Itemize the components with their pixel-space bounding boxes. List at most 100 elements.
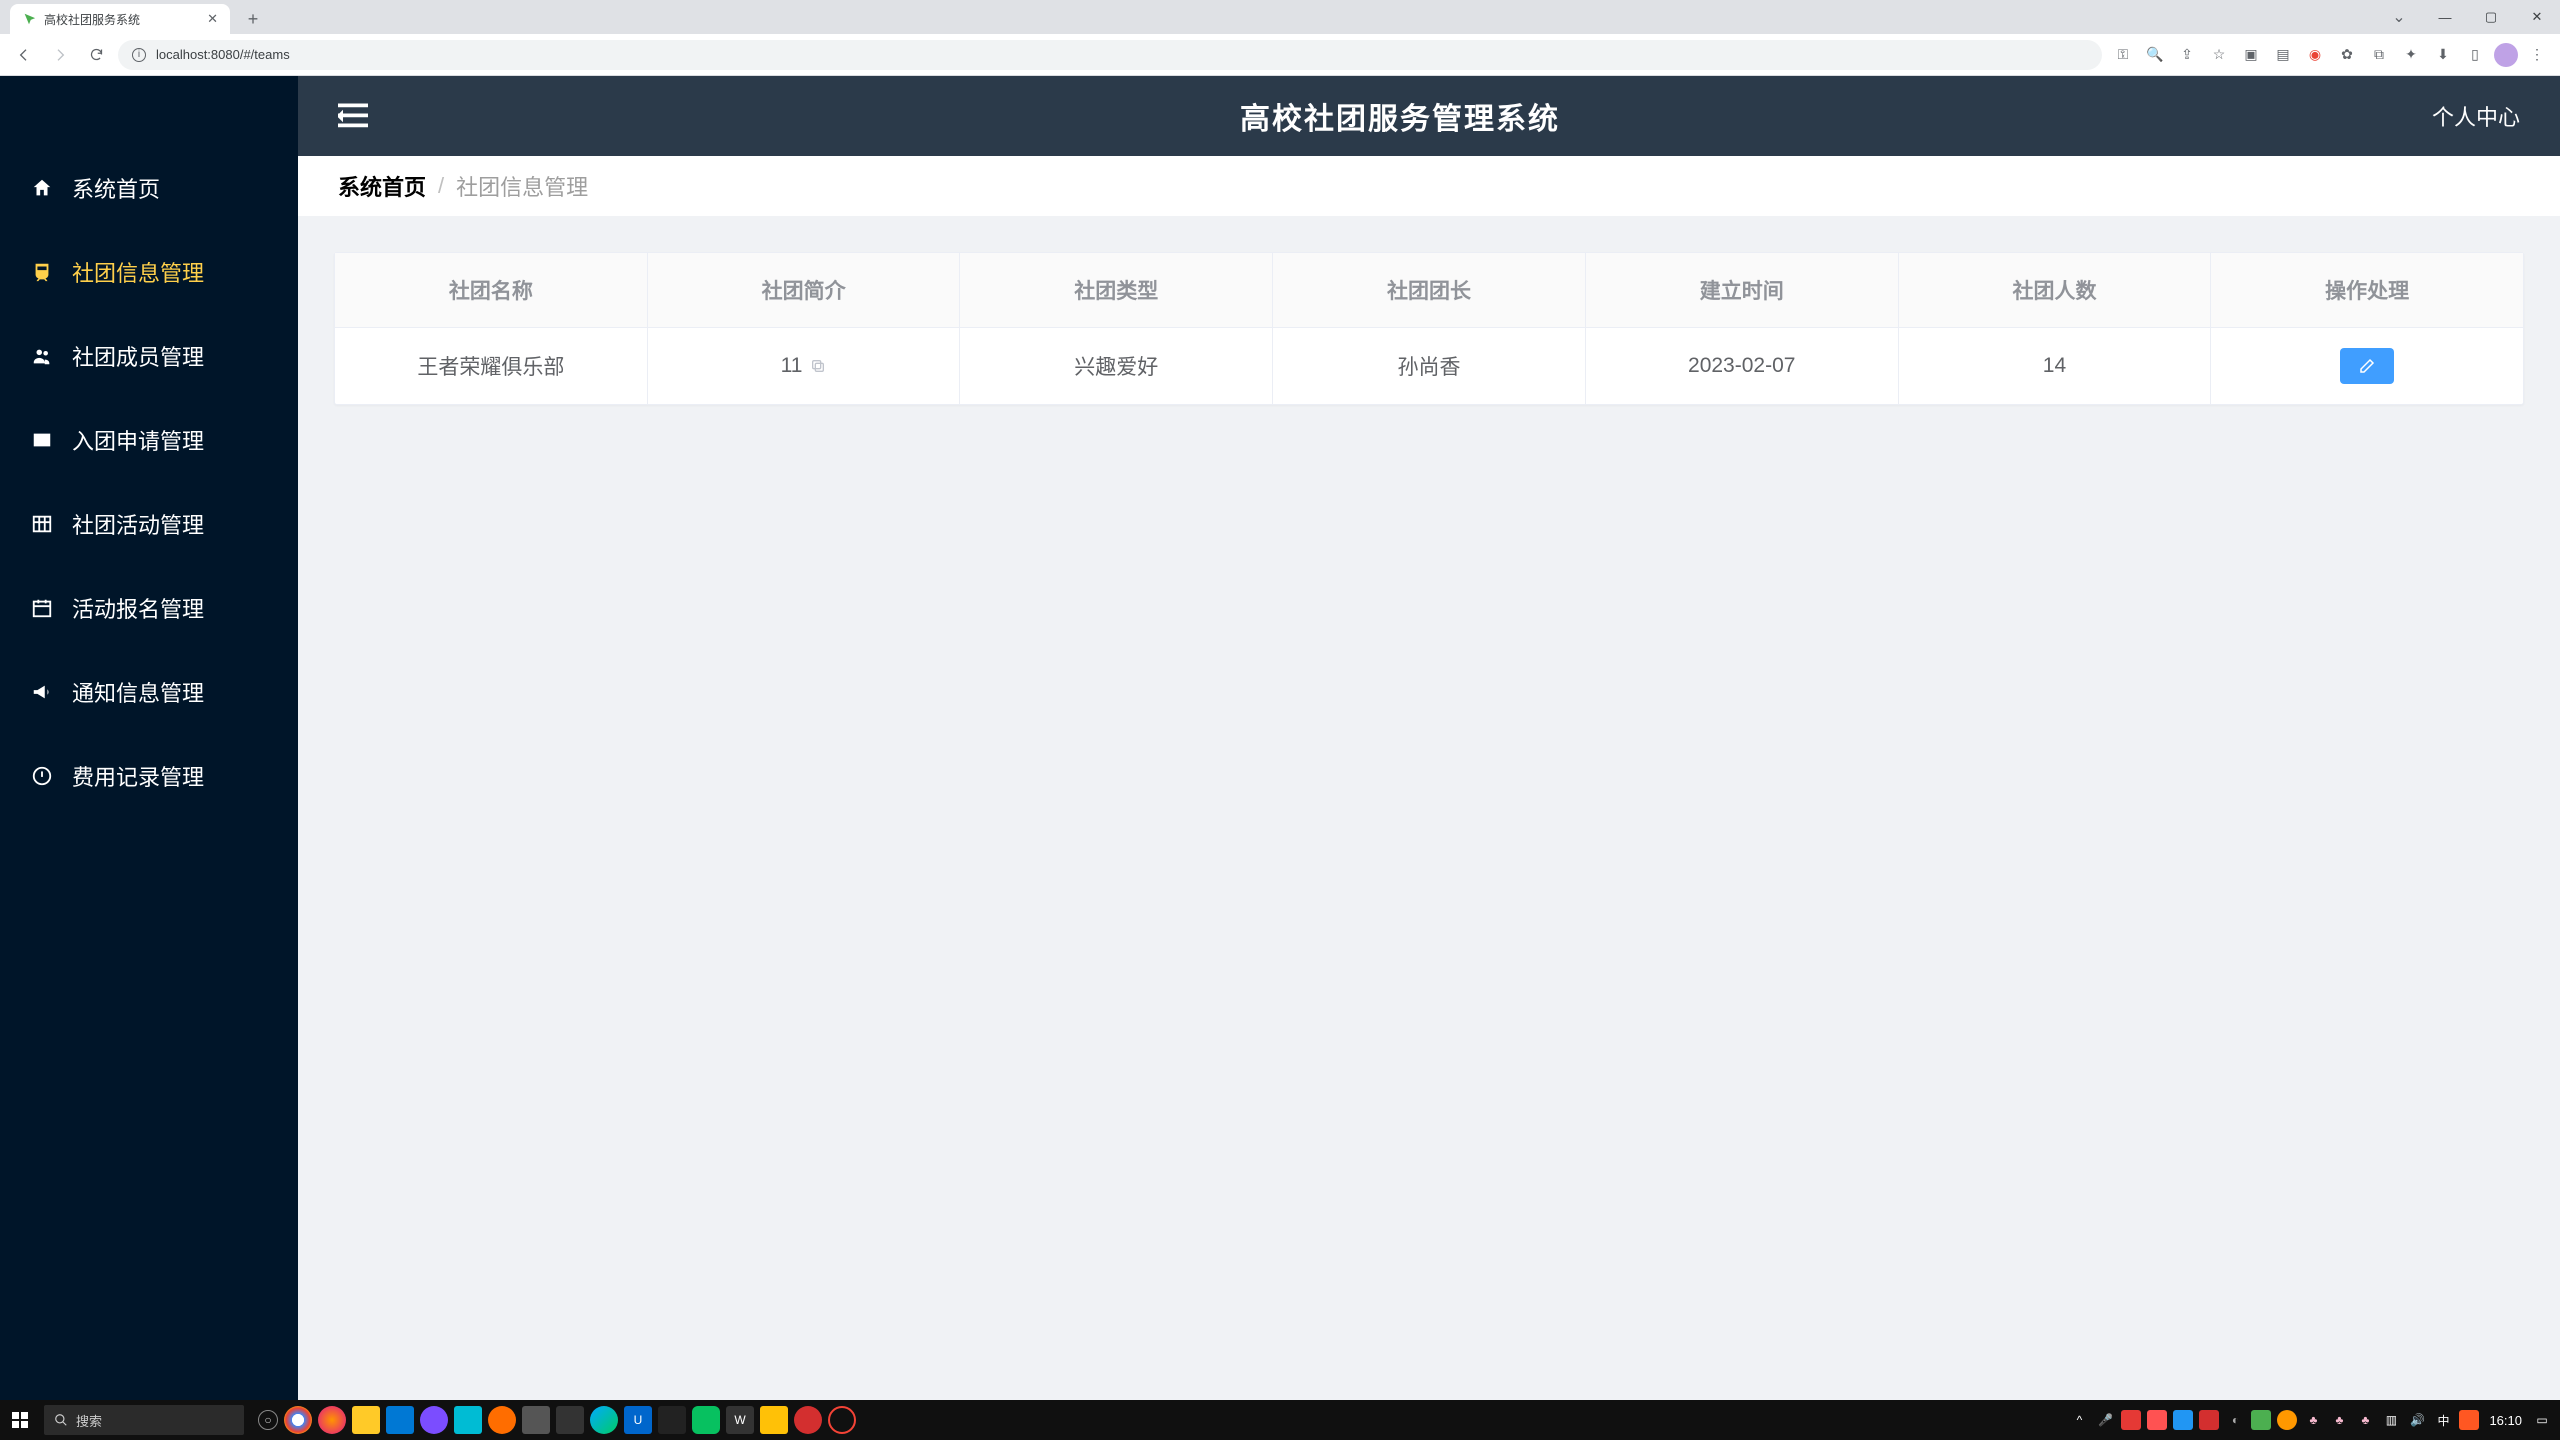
col-intro: 社团简介 xyxy=(648,253,961,327)
sidebar-item-application[interactable]: 入团申请管理 xyxy=(0,398,298,482)
url-field[interactable]: i localhost:8080/#/teams xyxy=(118,40,2102,70)
taskbar-app-chrome[interactable] xyxy=(284,1406,312,1434)
taskbar-app-store[interactable] xyxy=(386,1406,414,1434)
new-tab-button[interactable]: + xyxy=(240,6,266,32)
taskbar-search[interactable]: 搜索 xyxy=(44,1405,244,1435)
leaf-icon[interactable]: ✿ xyxy=(2334,42,2360,68)
table-row: 王者荣耀俱乐部 11 兴趣爱好 孙尚香 2023-02-07 14 xyxy=(335,328,2523,404)
tray-gray-icon[interactable]: ◐ xyxy=(2225,1410,2245,1430)
taskbar-app-edge[interactable] xyxy=(590,1406,618,1434)
club-table: 社团名称 社团简介 社团类型 社团团长 建立时间 社团人数 操作处理 王者荣耀俱… xyxy=(334,252,2524,405)
tray-green-icon[interactable] xyxy=(2251,1410,2271,1430)
taskbar-app-teal[interactable] xyxy=(454,1406,482,1434)
breadcrumb-root[interactable]: 系统首页 xyxy=(338,170,426,202)
tray-p1-icon[interactable]: ♣ xyxy=(2303,1410,2323,1430)
panel-icon[interactable]: ▯ xyxy=(2462,42,2488,68)
sidebar-item-label: 通知信息管理 xyxy=(72,676,204,708)
share-icon[interactable]: ⇪ xyxy=(2174,42,2200,68)
tab-title: 高校社团服务系统 xyxy=(44,11,199,28)
star-icon[interactable]: ☆ xyxy=(2206,42,2232,68)
taskbar-app-dark[interactable] xyxy=(658,1406,686,1434)
menu-icon[interactable]: ⋮ xyxy=(2524,42,2550,68)
wallet-icon[interactable]: ▤ xyxy=(2270,42,2296,68)
taskbar-app-explorer[interactable] xyxy=(352,1406,380,1434)
copy-icon[interactable]: ⧉ xyxy=(2366,42,2392,68)
taskbar-app-gray1[interactable] xyxy=(522,1406,550,1434)
cell-intro-text: 11 xyxy=(781,354,803,378)
window-close-button[interactable]: ✕ xyxy=(2514,0,2560,34)
train-icon xyxy=(30,261,54,283)
edit-button[interactable] xyxy=(2340,348,2394,384)
table-container: 社团名称 社团简介 社团类型 社团团长 建立时间 社团人数 操作处理 王者荣耀俱… xyxy=(298,216,2560,441)
home-icon xyxy=(30,177,54,199)
bullhorn-icon xyxy=(30,681,54,703)
tray-chevron-up-icon[interactable]: ^ xyxy=(2069,1410,2089,1430)
sidebar: 系统首页 社团信息管理 社团成员管理 入团申请管理 社团活动管理 xyxy=(0,76,298,1400)
personal-center-link[interactable]: 个人中心 xyxy=(2432,100,2520,132)
window-dropdown-icon[interactable]: ⌄ xyxy=(2376,0,2422,34)
taskbar-app-orange[interactable] xyxy=(488,1406,516,1434)
tray-fire-icon[interactable] xyxy=(2459,1410,2479,1430)
taskbar-app-purple[interactable] xyxy=(420,1406,448,1434)
copy-icon[interactable] xyxy=(810,358,826,374)
puzzle-icon[interactable]: ✦ xyxy=(2398,42,2424,68)
sidebar-item-fee[interactable]: 费用记录管理 xyxy=(0,734,298,818)
cell-leader: 孙尚香 xyxy=(1273,328,1586,404)
browser-tab[interactable]: 高校社团服务系统 ✕ xyxy=(10,4,230,34)
sidebar-item-notice[interactable]: 通知信息管理 xyxy=(0,650,298,734)
site-info-icon[interactable]: i xyxy=(132,48,146,62)
tray-mic-icon[interactable]: 🎤 xyxy=(2095,1410,2115,1430)
tray-red2-icon[interactable] xyxy=(2147,1410,2167,1430)
tray-notification-icon[interactable]: ▭ xyxy=(2532,1410,2552,1430)
start-button[interactable] xyxy=(0,1400,40,1440)
reload-button[interactable] xyxy=(82,41,110,69)
taskbar-app-gray2[interactable] xyxy=(556,1406,584,1434)
col-count: 社团人数 xyxy=(1899,253,2212,327)
tray-p2-icon[interactable]: ♣ xyxy=(2329,1410,2349,1430)
sidebar-item-label: 入团申请管理 xyxy=(72,424,204,456)
key-icon[interactable]: ⚿ xyxy=(2110,42,2136,68)
taskbar-app-u[interactable]: U xyxy=(624,1406,652,1434)
sidebar-item-home[interactable]: 系统首页 xyxy=(0,146,298,230)
sidebar-item-members[interactable]: 社团成员管理 xyxy=(0,314,298,398)
taskbar-app-yellow[interactable] xyxy=(760,1406,788,1434)
profile-avatar[interactable] xyxy=(2494,43,2518,67)
breadcrumb: 系统首页 / 社团信息管理 xyxy=(298,156,2560,216)
window-maximize-button[interactable]: ▢ xyxy=(2468,0,2514,34)
shield-icon[interactable]: ◉ xyxy=(2302,42,2328,68)
tray-red1-icon[interactable] xyxy=(2121,1410,2141,1430)
taskbar-app-wechat[interactable] xyxy=(692,1406,720,1434)
tray-red3-icon[interactable] xyxy=(2199,1410,2219,1430)
taskbar-apps: ○ U W xyxy=(258,1406,856,1434)
zoom-icon[interactable]: 🔍 xyxy=(2142,42,2168,68)
tray-vol-icon[interactable]: 🔊 xyxy=(2407,1410,2427,1430)
tray-clock[interactable]: 16:10 xyxy=(2489,1413,2522,1428)
taskbar-app-red[interactable] xyxy=(794,1406,822,1434)
download-icon[interactable]: ⬇ xyxy=(2430,42,2456,68)
taskbar-app-firefox[interactable] xyxy=(318,1406,346,1434)
table-header-row: 社团名称 社团简介 社团类型 社团团长 建立时间 社团人数 操作处理 xyxy=(335,253,2523,328)
camera-icon[interactable]: ▣ xyxy=(2238,42,2264,68)
taskbar-app-cortana[interactable]: ○ xyxy=(258,1410,278,1430)
sidebar-item-club-info[interactable]: 社团信息管理 xyxy=(0,230,298,314)
back-button[interactable] xyxy=(10,41,38,69)
sidebar-item-signup[interactable]: 活动报名管理 xyxy=(0,566,298,650)
table-body: 王者荣耀俱乐部 11 兴趣爱好 孙尚香 2023-02-07 14 xyxy=(335,328,2523,404)
url-text: localhost:8080/#/teams xyxy=(156,47,290,62)
taskbar-app-w[interactable]: W xyxy=(726,1406,754,1434)
cell-count: 14 xyxy=(1899,328,2212,404)
tray-orange-icon[interactable] xyxy=(2277,1410,2297,1430)
taskbar-app-rec[interactable] xyxy=(828,1406,856,1434)
browser-chrome: 高校社团服务系统 ✕ + ⌄ — ▢ ✕ i localhost:8080/#/… xyxy=(0,0,2560,76)
tray-p3-icon[interactable]: ♣ xyxy=(2355,1410,2375,1430)
tray-ime-icon[interactable]: 中 xyxy=(2433,1410,2453,1430)
collapse-menu-button[interactable] xyxy=(338,103,368,129)
tray-net-icon[interactable]: ▥ xyxy=(2381,1410,2401,1430)
sidebar-item-activity[interactable]: 社团活动管理 xyxy=(0,482,298,566)
sidebar-item-label: 活动报名管理 xyxy=(72,592,204,624)
col-leader: 社团团长 xyxy=(1273,253,1586,327)
window-minimize-button[interactable]: — xyxy=(2422,0,2468,34)
forward-button[interactable] xyxy=(46,41,74,69)
close-tab-icon[interactable]: ✕ xyxy=(207,11,218,27)
tray-blue-icon[interactable] xyxy=(2173,1410,2193,1430)
